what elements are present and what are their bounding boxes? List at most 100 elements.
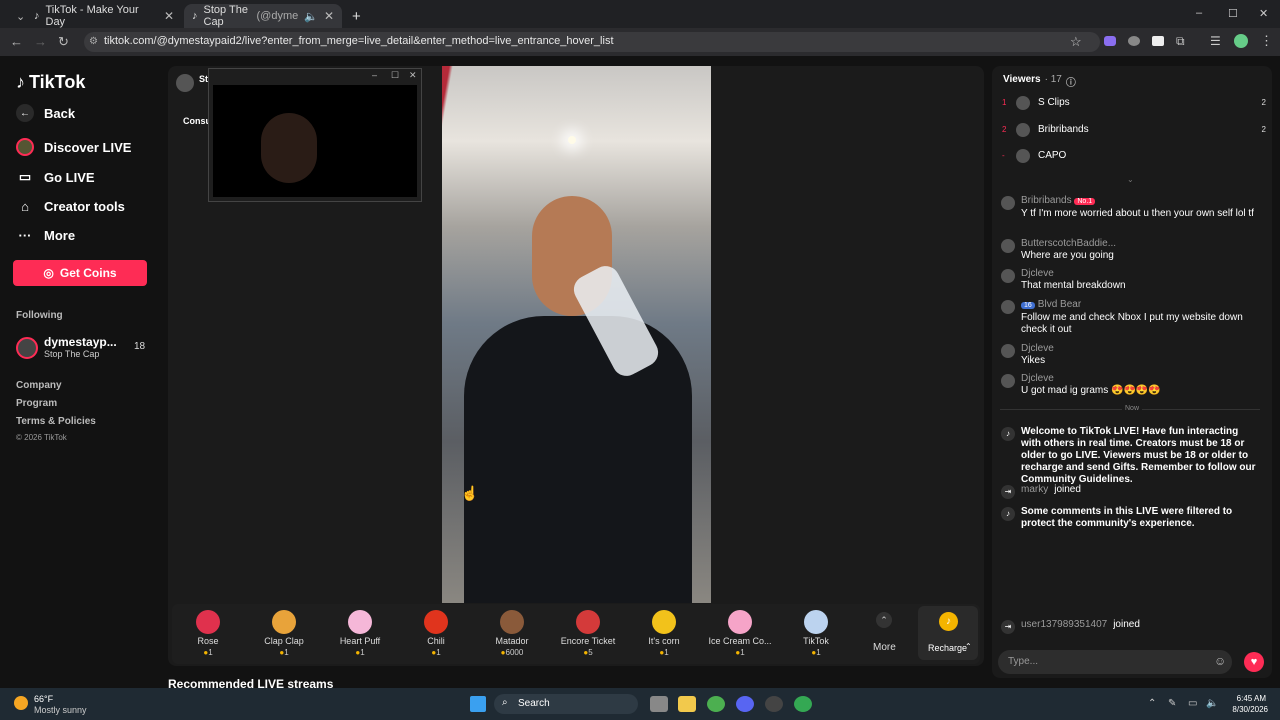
- forward-icon[interactable]: →: [34, 34, 47, 49]
- sidebar-item-discover-live[interactable]: Discover LIVE: [16, 138, 131, 156]
- pip-close-button[interactable]: ✕: [409, 70, 417, 81]
- app-icon[interactable]: [765, 696, 783, 712]
- pip-person: [261, 113, 317, 183]
- pip-maximize-button[interactable]: ☐: [391, 70, 399, 81]
- pip-video: [213, 85, 417, 197]
- tab-stop-the-cap[interactable]: ♪ Stop The Cap (@dyme 🔈 ✕: [184, 4, 342, 28]
- windows-start-icon[interactable]: [470, 696, 486, 712]
- ceiling-light: [568, 136, 576, 144]
- chat-comment[interactable]: ButterscotchBaddie... Where are you goin…: [1001, 238, 1261, 262]
- pen-icon[interactable]: ✎: [1168, 698, 1176, 709]
- weather-desc[interactable]: Mostly sunny: [34, 705, 87, 715]
- reload-icon[interactable]: ↻: [58, 34, 69, 50]
- volume-icon[interactable]: 🔈: [1206, 698, 1218, 709]
- avatar: [1016, 122, 1030, 137]
- viewer-row[interactable]: - CAPO: [1002, 145, 1266, 165]
- comment-username: Bribribands: [1021, 195, 1072, 206]
- gift-item[interactable]: Encore Ticket ●5: [553, 606, 623, 657]
- recommended-heading: Recommended LIVE streams: [168, 677, 334, 688]
- chevron-up-icon[interactable]: ⌃: [876, 612, 892, 628]
- tab-tiktok-make-your-day[interactable]: ♪ TikTok - Make Your Day ✕: [26, 4, 182, 28]
- more-gifts-button[interactable]: More: [873, 642, 896, 653]
- gift-icon: [576, 610, 600, 634]
- gift-item[interactable]: It's corn ●1: [629, 606, 699, 657]
- chrome-icon[interactable]: [794, 696, 812, 712]
- host-avatar[interactable]: [176, 74, 194, 92]
- back-icon[interactable]: ←: [10, 34, 23, 49]
- chat-comment[interactable]: Djcleve Yikes: [1001, 343, 1261, 367]
- network-icon[interactable]: ▭: [1188, 698, 1197, 709]
- gift-name: Matador: [495, 636, 529, 646]
- close-tab-icon[interactable]: ✕: [324, 9, 334, 23]
- extension-icon[interactable]: [1128, 36, 1140, 46]
- speaker-icon[interactable]: 🔈: [304, 10, 318, 23]
- viewers-header[interactable]: Viewers · 17 ⓘ: [1003, 74, 1076, 89]
- sidebar-item-back[interactable]: ← Back: [16, 104, 75, 122]
- address-bar[interactable]: tiktok.com/@dymestaypaid2/live?enter_fro…: [84, 32, 1100, 52]
- comment-text: Yikes: [1021, 355, 1046, 366]
- tiktok-logo[interactable]: ♪ TikTok: [16, 72, 85, 93]
- coin-icon: ◎: [43, 266, 54, 280]
- gift-item[interactable]: Rose ●1: [173, 606, 243, 657]
- following-item[interactable]: dymestayp... Stop The Cap 18: [16, 335, 150, 361]
- new-tab-button[interactable]: +: [344, 4, 364, 28]
- browser-menu-icon[interactable]: ⋮: [1260, 33, 1273, 49]
- extension-icon[interactable]: [1104, 36, 1116, 46]
- recharge-button[interactable]: ♪ Recharge ⌃: [918, 606, 978, 660]
- chat-comment[interactable]: Bribribands No.1 Y tf I'm more worried ab…: [1001, 195, 1261, 220]
- picture-in-picture-window[interactable]: – ☐ ✕: [208, 68, 422, 202]
- get-coins-button[interactable]: ◎ Get Coins: [13, 260, 147, 286]
- person-figure: [464, 316, 692, 603]
- extension-icon[interactable]: [1152, 36, 1164, 46]
- close-window-button[interactable]: ✕: [1259, 7, 1268, 20]
- minimize-button[interactable]: –: [1196, 7, 1202, 19]
- taskbar-search[interactable]: ⌕ Search: [494, 694, 638, 714]
- pip-minimize-button[interactable]: –: [372, 70, 377, 80]
- reading-list-icon[interactable]: ☰: [1210, 34, 1221, 48]
- viewer-name: Bribribands: [1038, 123, 1089, 135]
- sidebar-item-go-live[interactable]: ▭ Go LIVE: [16, 168, 95, 186]
- comment-text: That mental breakdown: [1021, 280, 1126, 291]
- emoji-icon[interactable]: ☺: [1214, 654, 1226, 668]
- clock-time[interactable]: 6:45 AM: [1230, 694, 1266, 703]
- footer-link-company[interactable]: Company: [16, 380, 62, 391]
- gift-item[interactable]: Heart Puff ●1: [325, 606, 395, 657]
- task-view-icon[interactable]: [650, 696, 668, 712]
- avatar: [1001, 300, 1015, 314]
- viewer-row[interactable]: 1 S Clips 2: [1002, 92, 1266, 112]
- like-button[interactable]: ♥: [1244, 652, 1264, 672]
- gift-item[interactable]: TikTok ●1: [781, 606, 851, 657]
- viewer-row[interactable]: 2 Bribribands 2: [1002, 119, 1266, 139]
- gift-item[interactable]: Matador ●6000: [477, 606, 547, 657]
- clock-date[interactable]: 8/30/2026: [1226, 705, 1268, 714]
- join-icon: ⇥: [1001, 485, 1015, 499]
- gift-item[interactable]: Ice Cream Co... ●1: [705, 606, 775, 657]
- gift-item[interactable]: Clap Clap ●1: [249, 606, 319, 657]
- sidebar-item-creator-tools[interactable]: ⌂ Creator tools: [16, 197, 125, 215]
- footer-link-terms[interactable]: Terms & Policies: [16, 416, 96, 427]
- profile-avatar[interactable]: [1234, 34, 1248, 48]
- chat-comment[interactable]: Djcleve That mental breakdown: [1001, 268, 1261, 292]
- puzzle-icon[interactable]: ⧉: [1176, 34, 1185, 49]
- file-explorer-icon[interactable]: [678, 696, 696, 712]
- weather-temp[interactable]: 66°F: [34, 694, 53, 704]
- chevron-up-icon[interactable]: ⌃: [1148, 698, 1156, 709]
- discord-icon[interactable]: [736, 696, 754, 712]
- gift-item[interactable]: Chili ●1: [401, 606, 471, 657]
- close-tab-icon[interactable]: ✕: [164, 9, 174, 23]
- tab-search-button[interactable]: ⌄: [8, 4, 25, 28]
- maximize-button[interactable]: ☐: [1228, 7, 1238, 20]
- bookmark-star-icon[interactable]: ☆: [1070, 34, 1082, 50]
- live-video[interactable]: [442, 66, 711, 603]
- heart-icon: ♥: [1250, 656, 1258, 668]
- site-info-icon[interactable]: ⚙: [89, 36, 98, 47]
- chrome-icon[interactable]: [707, 696, 725, 712]
- chat-comment[interactable]: 16 Blvd Bear Follow me and check Nbox I pu…: [1001, 299, 1261, 336]
- comment-text: U got mad ig grams 😍😍😍😍: [1021, 385, 1161, 396]
- chat-comment[interactable]: Djcleve U got mad ig grams 😍😍😍😍: [1001, 373, 1261, 397]
- chat-input[interactable]: Type...: [998, 650, 1232, 674]
- sidebar-item-more[interactable]: ··· More: [16, 226, 76, 244]
- chevron-down-icon[interactable]: ⌄: [1127, 175, 1134, 184]
- info-icon[interactable]: ⓘ: [1066, 74, 1076, 89]
- footer-link-program[interactable]: Program: [16, 398, 57, 409]
